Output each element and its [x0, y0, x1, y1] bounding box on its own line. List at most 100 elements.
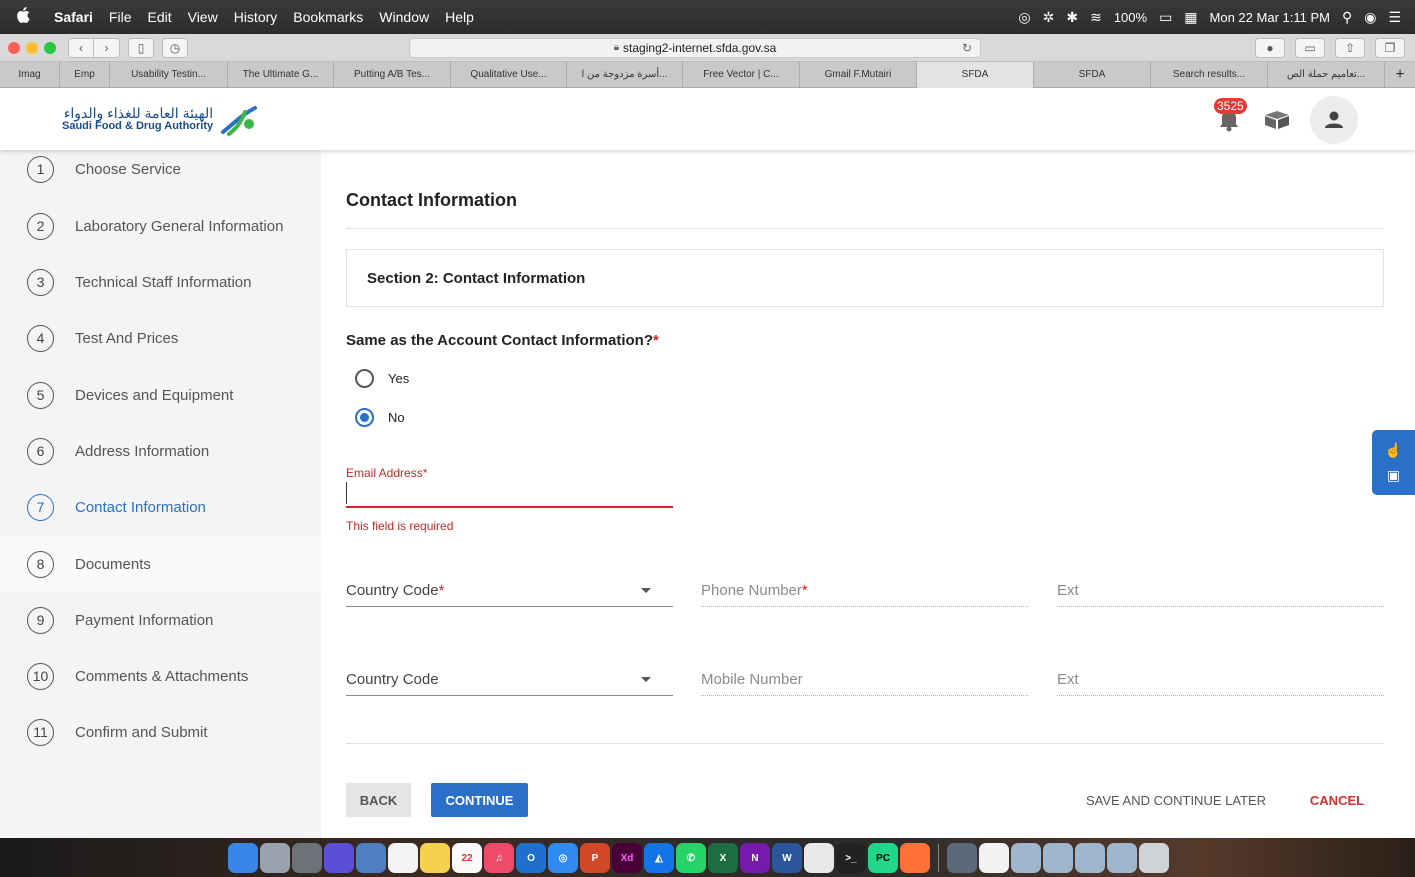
adobe-xd-icon[interactable]: Xd — [612, 843, 642, 873]
sketch-icon[interactable]: ◭ — [644, 843, 674, 873]
browser-tab[interactable]: Putting A/B Tes... — [334, 62, 451, 88]
continue-button[interactable]: CONTINUE — [431, 783, 528, 817]
chat-bot-icon[interactable]: ▣ — [1387, 467, 1400, 484]
sidebar-step-address-information[interactable]: 6 Address Information — [0, 423, 321, 479]
menu-view[interactable]: View — [180, 0, 226, 34]
radio-yes[interactable]: Yes — [355, 369, 409, 388]
sidebar-toggle-icon[interactable]: ▯ — [128, 37, 154, 58]
browser-tab[interactable]: تعاميم حملة الص... — [1268, 62, 1385, 88]
browser-tab[interactable]: Search results... — [1151, 62, 1268, 88]
country-code-select[interactable]: Country Code* — [346, 575, 673, 607]
safari-icon[interactable]: ◎ — [548, 843, 578, 873]
radio-unchecked-icon[interactable] — [355, 369, 374, 388]
downloads-icon[interactable]: ● — [1255, 37, 1285, 58]
sidebar-step-contact-information[interactable]: 7 Contact Information — [0, 479, 321, 535]
tabs-overview-icon[interactable]: ❐ — [1375, 37, 1405, 58]
mobile-ext-field[interactable]: Ext — [1057, 664, 1384, 696]
sidebar-step-laboratory-general-information[interactable]: 2 Laboratory General Information — [0, 198, 321, 254]
sign-language-icon[interactable]: ☝ — [1385, 442, 1402, 459]
browser-tab[interactable]: Qualitative Use... — [451, 62, 567, 88]
bluetooth-icon[interactable]: ✱ — [1066, 9, 1078, 26]
close-window-button[interactable] — [8, 41, 20, 54]
browser-tab[interactable]: Imag — [0, 62, 60, 88]
reminders-icon[interactable] — [388, 843, 418, 873]
finder-icon[interactable] — [228, 843, 258, 873]
outlook-icon[interactable]: O — [516, 843, 546, 873]
history-icon[interactable]: ◷ — [162, 37, 188, 58]
control-center-icon[interactable]: ☰ — [1388, 9, 1401, 26]
notes-icon[interactable] — [420, 843, 450, 873]
menu-window[interactable]: Window — [371, 0, 437, 34]
input-source-flag-icon[interactable]: ▦ — [1184, 9, 1197, 26]
browser-tab[interactable]: SFDA — [1034, 62, 1151, 88]
back-button[interactable]: BACK — [346, 783, 411, 817]
save-and-continue-later-button[interactable]: SAVE AND CONTINUE LATER — [1081, 783, 1271, 817]
browser-tab[interactable]: Usability Testin... — [110, 62, 228, 88]
menu-history[interactable]: History — [226, 0, 286, 34]
creative-cloud-icon[interactable]: ◎ — [1018, 9, 1030, 26]
battery-icon[interactable]: ▭ — [1159, 9, 1172, 26]
share-icon[interactable]: ⇧ — [1335, 37, 1365, 58]
menu-file[interactable]: File — [101, 0, 140, 34]
excel-icon[interactable]: X — [708, 843, 738, 873]
phone-ext-field[interactable]: Ext — [1057, 575, 1384, 607]
menu-help[interactable]: Help — [437, 0, 482, 34]
browser-tab[interactable]: Gmail F.Mutairi — [800, 62, 917, 88]
sidebar-step-payment-information[interactable]: 9 Payment Information — [0, 592, 321, 648]
trash-icon[interactable] — [1139, 843, 1169, 873]
reload-icon[interactable]: ↻ — [962, 41, 972, 55]
menu-edit[interactable]: Edit — [139, 0, 179, 34]
firefox-icon[interactable] — [900, 843, 930, 873]
whatsapp-icon[interactable]: ✆ — [676, 843, 706, 873]
preview-icon[interactable] — [356, 843, 386, 873]
user-avatar-button[interactable] — [1310, 96, 1358, 144]
apple-menu-icon[interactable] — [0, 6, 46, 28]
new-tab-button[interactable]: + — [1385, 62, 1415, 88]
sidebar-step-technical-staff-information[interactable]: 3 Technical Staff Information — [0, 254, 321, 310]
print-icon[interactable]: ▭ — [1295, 37, 1325, 58]
calendar-icon[interactable]: 22 — [452, 843, 482, 873]
onenote-icon[interactable]: N — [740, 843, 770, 873]
terminal-icon[interactable]: >_ — [836, 843, 866, 873]
menubar-clock[interactable]: Mon 22 Mar 1:11 PM — [1210, 10, 1330, 25]
browser-tab[interactable]: The Ultimate G... — [228, 62, 334, 88]
address-bar[interactable]: 🔒︎ staging2-internet.sfda.gov.sa ↻ — [409, 37, 981, 58]
browser-tab[interactable]: Free Vector | C... — [683, 62, 800, 88]
phone-number-field[interactable]: Phone Number* — [701, 575, 1028, 607]
menu-bookmarks[interactable]: Bookmarks — [285, 0, 371, 34]
music-icon[interactable]: ♫ — [484, 843, 514, 873]
window-thumbnail-icon[interactable] — [1043, 843, 1073, 873]
sidebar-step-documents[interactable]: 8 Documents — [0, 536, 321, 592]
package-box-icon[interactable] — [1264, 110, 1290, 130]
window-thumbnail-icon[interactable] — [1107, 843, 1137, 873]
sidebar-step-devices-and-equipment[interactable]: 5 Devices and Equipment — [0, 367, 321, 423]
zoom-window-button[interactable] — [44, 41, 56, 54]
sidebar-step-comments-attachments[interactable]: 10 Comments & Attachments — [0, 648, 321, 704]
back-nav-icon[interactable]: ‹ — [68, 37, 94, 58]
mobile-country-code-select[interactable]: Country Code — [346, 664, 673, 696]
siri-icon[interactable]: ◉ — [1364, 9, 1376, 26]
minimize-window-button[interactable] — [26, 41, 38, 54]
browser-tab[interactable]: أسرة مزدوجة من ا... — [567, 62, 683, 88]
document-icon[interactable] — [979, 843, 1009, 873]
forward-nav-icon[interactable]: › — [94, 37, 120, 58]
menu-safari[interactable]: Safari — [46, 0, 101, 34]
mobile-number-field[interactable]: Mobile Number — [701, 664, 1028, 696]
accessibility-side-tab[interactable]: ☝ ▣ — [1372, 430, 1415, 495]
recent-app-icon[interactable] — [947, 843, 977, 873]
siri-dock-icon[interactable] — [324, 843, 354, 873]
radio-checked-icon[interactable] — [355, 408, 374, 427]
spotlight-search-icon[interactable]: ⚲ — [1342, 9, 1352, 26]
browser-tab[interactable]: Emp — [60, 62, 110, 88]
textedit-icon[interactable] — [804, 843, 834, 873]
window-thumbnail-icon[interactable] — [1075, 843, 1105, 873]
sfda-logo[interactable]: الهيئة العامة للغذاء والدواء Saudi Food … — [62, 104, 259, 136]
launchpad-icon[interactable] — [260, 843, 290, 873]
sidebar-step-test-and-prices[interactable]: 4 Test And Prices — [0, 310, 321, 366]
email-field[interactable] — [346, 480, 673, 508]
radio-no[interactable]: No — [355, 408, 405, 427]
browser-tab-active[interactable]: SFDA — [917, 62, 1034, 88]
wifi-icon[interactable]: ≋ — [1090, 9, 1102, 26]
sidebar-step-confirm-and-submit[interactable]: 11 Confirm and Submit — [0, 704, 321, 760]
system-preferences-icon[interactable] — [292, 843, 322, 873]
